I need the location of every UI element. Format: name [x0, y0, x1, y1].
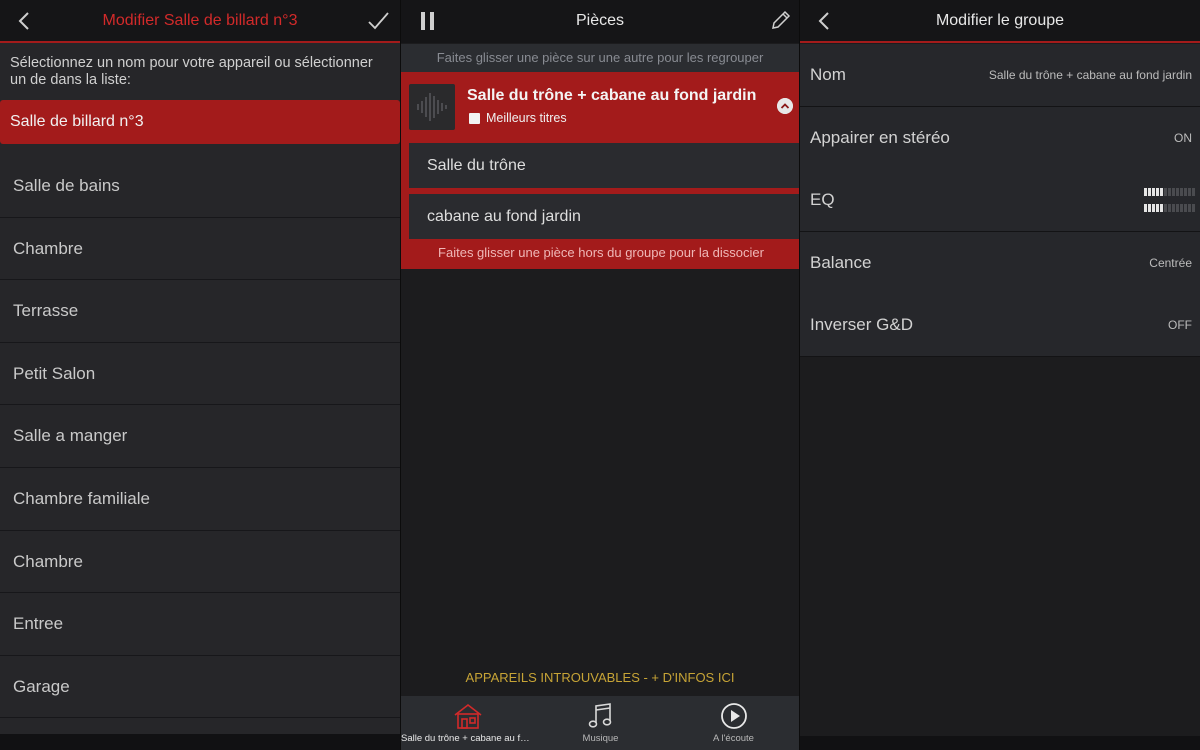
right-header: Modifier le groupe — [800, 0, 1200, 43]
regroup-hint: Faites glisser une pièce sur une autre p… — [401, 44, 799, 72]
list-item[interactable]: Salle de bains — [0, 155, 400, 218]
play-circle-icon — [720, 703, 747, 729]
setting-eq[interactable]: EQ — [800, 169, 1200, 232]
list-item[interactable]: Entree — [0, 593, 400, 656]
tab-rooms[interactable]: Salle du trône + cabane au fond jardin — [401, 696, 534, 750]
room-group[interactable]: Salle du trône + cabane au fond jardin M… — [401, 72, 799, 269]
tab-now-playing[interactable]: A l'écoute — [667, 696, 799, 750]
list-item[interactable]: Chambre — [0, 531, 400, 594]
tab-music[interactable]: Musique — [534, 696, 667, 750]
page-title: Modifier le groupe — [935, 12, 1065, 29]
devices-not-found-link[interactable]: APPAREILS INTROUVABLES - + D'INFOS ICI — [401, 670, 799, 685]
bottom-bar — [0, 734, 400, 750]
setting-balance[interactable]: Balance Centrée — [800, 232, 1200, 295]
tab-label: Musique — [582, 733, 619, 744]
page-title: Pièces — [575, 12, 625, 29]
edit-group-panel: Modifier le groupe Nom Salle du trône + … — [800, 0, 1200, 750]
eq-level-icon — [1144, 188, 1196, 214]
list-item[interactable]: Chambre — [0, 218, 400, 281]
setting-label: Inverser G&D — [810, 315, 913, 334]
list-item[interactable]: Terrasse — [0, 280, 400, 343]
setting-value: Salle du trône + cabane au fond jardin — [988, 68, 1192, 82]
list-item[interactable]: Salle a manger — [0, 405, 400, 468]
setting-label: Nom — [810, 65, 846, 84]
ungroup-hint: Faites glisser une pièce hors du groupe … — [438, 245, 764, 260]
best-titles-label: Meilleurs titres — [486, 111, 567, 125]
bottom-tab-bar: Salle du trône + cabane au fond jardin M… — [401, 696, 799, 750]
tab-label: Salle du trône + cabane au fond jardin — [401, 733, 534, 744]
instruction-text: Sélectionnez un nom pour votre appareil … — [10, 55, 373, 88]
selected-name-item[interactable]: Salle de billard n°3 — [0, 100, 400, 144]
chevron-up-icon[interactable] — [777, 98, 793, 114]
setting-swap-lr[interactable]: Inverser G&D OFF — [800, 294, 1200, 357]
check-icon[interactable] — [366, 9, 390, 33]
group-title: Salle du trône + cabane au fond jardin — [467, 87, 757, 104]
rooms-panel: Pièces Faites glisser une pièce sur une … — [400, 0, 800, 750]
list-item[interactable]: Chambre familiale — [0, 468, 400, 531]
setting-value: OFF — [1168, 318, 1192, 332]
tab-label: A l'écoute — [713, 733, 754, 744]
rename-device-panel: Modifier Salle de billard n°3 Sélectionn… — [0, 0, 400, 750]
room-name-list: Salle de bains Chambre Terrasse Petit Sa… — [0, 155, 400, 719]
pencil-icon[interactable] — [769, 8, 793, 32]
left-header: Modifier Salle de billard n°3 — [0, 0, 400, 43]
setting-stereo-pair[interactable]: Appairer en stéréo ON — [800, 107, 1200, 170]
music-note-icon — [588, 703, 611, 728]
page-title: Modifier Salle de billard n°3 — [102, 12, 298, 29]
album-art-thumbnail — [409, 84, 455, 130]
group-member-room[interactable]: cabane au fond jardin — [409, 194, 799, 239]
mid-header: Pièces — [401, 0, 799, 43]
setting-label: Balance — [810, 253, 872, 272]
bottom-bar — [800, 736, 1200, 750]
setting-value: ON — [1174, 131, 1192, 145]
setting-name[interactable]: Nom Salle du trône + cabane au fond jard… — [800, 44, 1200, 107]
setting-label: Appairer en stéréo — [810, 128, 950, 147]
setting-value: Centrée — [1149, 256, 1192, 270]
setting-label: EQ — [810, 190, 835, 209]
list-item[interactable]: Garage — [0, 656, 400, 719]
list-item[interactable]: Petit Salon — [0, 343, 400, 406]
best-titles-checkbox[interactable] — [469, 113, 480, 124]
waveform-icon — [417, 93, 447, 121]
group-member-room[interactable]: Salle du trône — [409, 143, 799, 188]
house-icon — [454, 703, 481, 729]
